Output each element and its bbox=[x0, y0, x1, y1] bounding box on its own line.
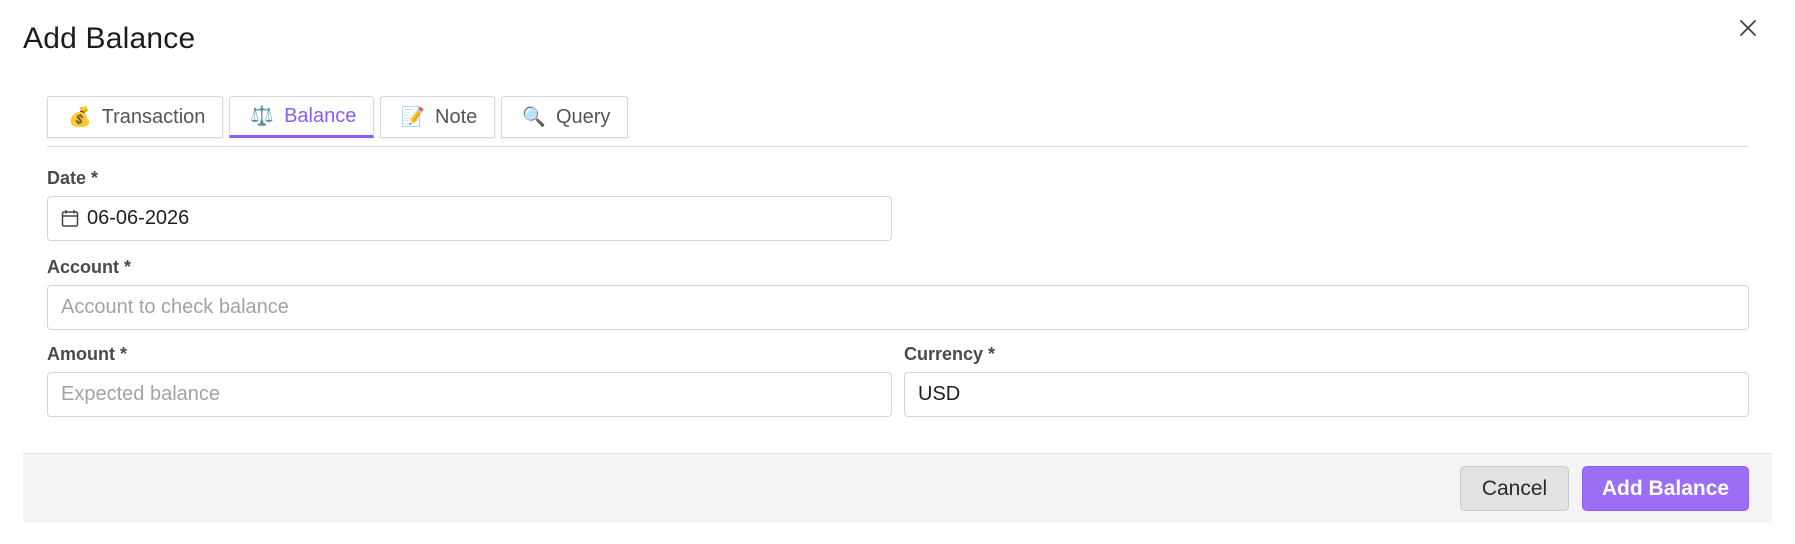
tab-note[interactable]: 📝 Note bbox=[380, 96, 496, 138]
tab-divider bbox=[47, 146, 1749, 147]
tab-label: Transaction bbox=[101, 105, 206, 128]
amount-input[interactable] bbox=[61, 383, 878, 406]
date-field[interactable] bbox=[47, 196, 892, 241]
dialog-title: Add Balance bbox=[23, 22, 196, 55]
memo-icon: 📝 bbox=[401, 106, 426, 128]
amount-field[interactable] bbox=[47, 372, 892, 417]
tab-query[interactable]: 🔍 Query bbox=[501, 96, 629, 138]
account-input[interactable] bbox=[61, 296, 1735, 319]
tab-transaction[interactable]: 💰 Transaction bbox=[47, 96, 224, 138]
close-button[interactable] bbox=[1734, 14, 1762, 42]
date-label: Date * bbox=[47, 168, 99, 188]
magnifier-icon: 🔍 bbox=[522, 106, 546, 128]
add-balance-button[interactable]: Add Balance bbox=[1582, 466, 1749, 511]
tab-balance[interactable]: ⚖️ Balance bbox=[229, 96, 375, 138]
money-bag-icon: 💰 bbox=[68, 106, 92, 128]
balance-scale-icon: ⚖️ bbox=[250, 105, 275, 127]
currency-label: Currency * bbox=[904, 344, 996, 364]
tab-label: Note bbox=[435, 105, 478, 128]
calendar-icon bbox=[61, 209, 79, 228]
tab-bar: 💰 Transaction ⚖️ Balance 📝 Note 🔍 Query bbox=[47, 96, 629, 138]
amount-label: Amount * bbox=[47, 344, 127, 364]
dialog-footer: Cancel Add Balance bbox=[23, 453, 1772, 523]
account-label: Account * bbox=[47, 257, 132, 277]
cancel-button[interactable]: Cancel bbox=[1460, 466, 1569, 511]
tab-label: Balance bbox=[284, 104, 357, 127]
currency-field[interactable] bbox=[904, 372, 1749, 417]
tab-label: Query bbox=[555, 105, 611, 128]
currency-input[interactable] bbox=[918, 383, 1735, 406]
account-field[interactable] bbox=[47, 285, 1749, 330]
close-icon bbox=[1740, 20, 1756, 36]
date-input[interactable] bbox=[87, 207, 878, 230]
add-balance-dialog: Add Balance 💰 Transaction ⚖️ Balance 📝 N… bbox=[0, 0, 1795, 544]
